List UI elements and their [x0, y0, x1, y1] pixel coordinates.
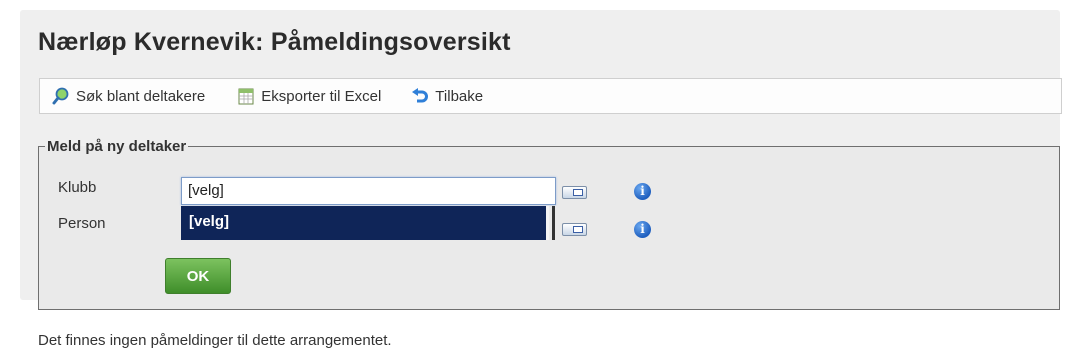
- search-participants-label: Søk blant deltakere: [76, 87, 206, 105]
- page-title: Nærløp Kvernevik: Påmeldingsoversikt: [38, 28, 511, 56]
- export-excel-label: Eksporter til Excel: [261, 87, 382, 105]
- person-dropdown-option[interactable]: [velg]: [181, 206, 549, 240]
- export-excel-button[interactable]: Eksporter til Excel: [237, 87, 381, 105]
- back-arrow-icon: [412, 88, 429, 103]
- person-info-icon[interactable]: i: [634, 221, 651, 238]
- back-button[interactable]: Tilbake: [411, 88, 483, 105]
- person-label: Person: [58, 215, 106, 232]
- klubb-info-icon[interactable]: i: [634, 183, 651, 200]
- person-toggle-icon[interactable]: [562, 223, 587, 236]
- search-participants-button[interactable]: Søk blant deltakere: [52, 87, 205, 105]
- dropdown-border: [552, 206, 555, 240]
- search-icon: [52, 87, 69, 105]
- status-message: Det finnes ingen påmeldinger til dette a…: [38, 332, 392, 349]
- spreadsheet-icon: [238, 88, 254, 105]
- toolbar: Søk blant deltakere Eksporter til Excel …: [39, 78, 1062, 114]
- klubb-label: Klubb: [58, 179, 97, 196]
- klubb-select[interactable]: [velg]: [181, 177, 556, 205]
- form-legend: Meld på ny deltaker: [47, 138, 187, 155]
- klubb-toggle-icon[interactable]: [562, 186, 587, 199]
- back-label: Tilbake: [435, 87, 484, 105]
- ok-button[interactable]: OK: [165, 258, 231, 294]
